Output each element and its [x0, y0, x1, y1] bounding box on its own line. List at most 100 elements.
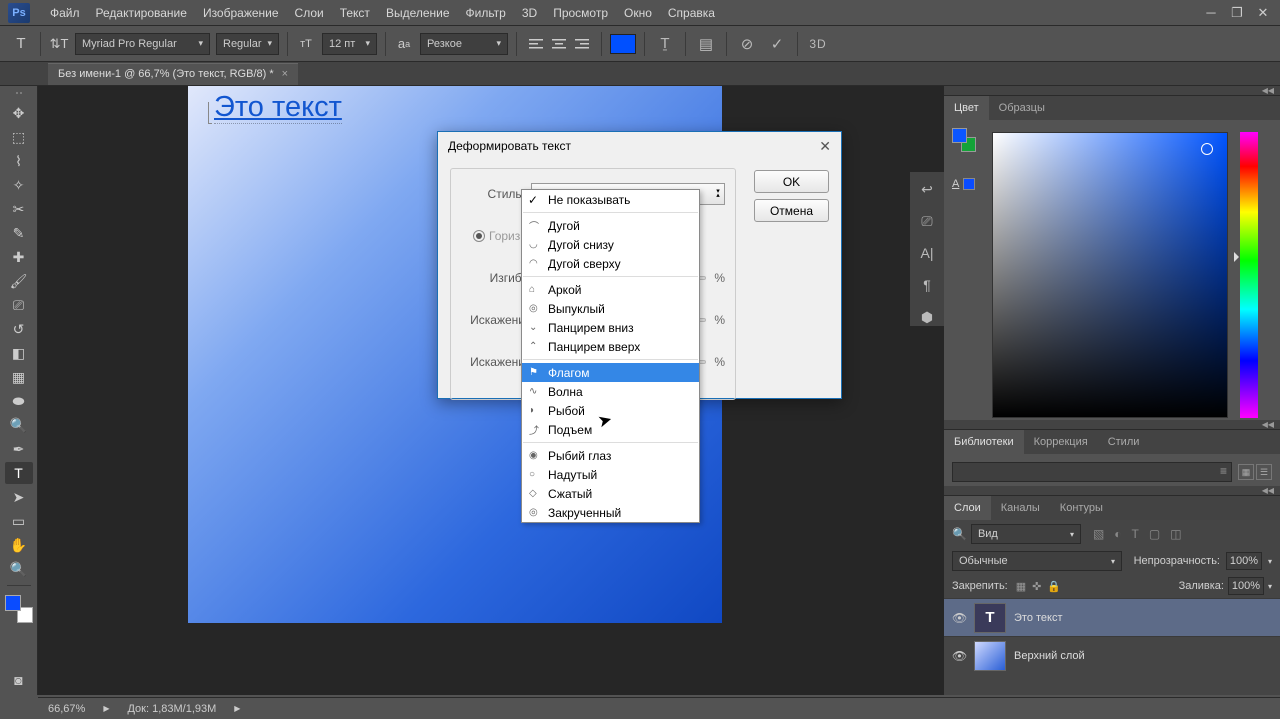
warp-style-option[interactable]: ◎Выпуклый: [522, 299, 699, 318]
menu-text[interactable]: Текст: [332, 6, 378, 20]
move-tool-icon[interactable]: ✥: [5, 102, 33, 124]
warp-style-option[interactable]: ⚑Флагом: [522, 363, 699, 382]
view-grid-icon[interactable]: ▦: [1238, 464, 1254, 480]
crop-tool-icon[interactable]: ✂: [5, 198, 33, 220]
filter-smart-icon[interactable]: ◫: [1170, 527, 1181, 541]
window-minimize-icon[interactable]: ─: [1202, 6, 1220, 20]
zoom-level[interactable]: 66,67%: [48, 703, 85, 715]
visibility-toggle-icon[interactable]: 👁: [952, 611, 966, 625]
font-weight-dropdown[interactable]: Regular: [216, 33, 279, 55]
lock-position-icon[interactable]: ✜: [1032, 580, 1041, 593]
warp-style-option[interactable]: ◠Дугой сверху: [522, 254, 699, 273]
lock-pixels-icon[interactable]: ▦: [1016, 580, 1026, 593]
history-panel-icon[interactable]: ↩: [917, 180, 937, 198]
brush-tool-icon[interactable]: 🖌: [5, 270, 33, 292]
filter-adjust-icon[interactable]: ◐: [1114, 527, 1121, 541]
library-dropdown[interactable]: [952, 462, 1232, 482]
menu-select[interactable]: Выделение: [378, 6, 458, 20]
warp-style-option[interactable]: ○Надутый: [522, 465, 699, 484]
collapse-handle[interactable]: ◀◀: [944, 86, 1280, 96]
hand-tool-icon[interactable]: ✋: [5, 534, 33, 556]
menu-view[interactable]: Просмотр: [545, 6, 616, 20]
warp-style-option[interactable]: ◇Сжатый: [522, 484, 699, 503]
tab-color[interactable]: Цвет: [944, 96, 989, 120]
paragraph-icon[interactable]: ¶: [917, 276, 937, 294]
path-select-tool-icon[interactable]: ➤: [5, 486, 33, 508]
rectangle-tool-icon[interactable]: ▭: [5, 510, 33, 532]
warp-style-option[interactable]: ∿Волна: [522, 382, 699, 401]
color-swatches[interactable]: [5, 595, 33, 623]
tab-swatches[interactable]: Образцы: [989, 96, 1055, 120]
font-family-dropdown[interactable]: Myriad Pro Regular: [75, 33, 210, 55]
zoom-tool-icon[interactable]: 🔍: [5, 558, 33, 580]
align-right-button[interactable]: [571, 33, 593, 55]
align-center-button[interactable]: [548, 33, 570, 55]
warp-style-option[interactable]: ⤴Подъем: [522, 420, 699, 439]
filter-type-icon[interactable]: T: [1132, 527, 1139, 541]
close-tab-icon[interactable]: ×: [282, 68, 288, 80]
eraser-tool-icon[interactable]: ◧: [5, 342, 33, 364]
menu-3d[interactable]: 3D: [514, 6, 545, 20]
tab-channels[interactable]: Каналы: [991, 496, 1050, 520]
healing-tool-icon[interactable]: ✚: [5, 246, 33, 268]
layer-name[interactable]: Верхний слой: [1014, 650, 1085, 662]
ok-button[interactable]: OK: [754, 170, 829, 193]
warp-text-button[interactable]: Ṯ: [653, 32, 677, 56]
text-layer-content[interactable]: Это текст: [214, 91, 342, 124]
commit-icon[interactable]: ✓: [765, 32, 789, 56]
warp-style-option[interactable]: ✓Не показывать: [522, 190, 699, 209]
orientation-label[interactable]: Гориз: [489, 229, 520, 243]
lock-all-icon[interactable]: 🔒: [1047, 580, 1061, 593]
font-size-dropdown[interactable]: 12 пт: [322, 33, 377, 55]
collapse-handle-3[interactable]: ◀◀: [944, 486, 1280, 496]
eyedropper-tool-icon[interactable]: ✎: [5, 222, 33, 244]
pen-tool-icon[interactable]: ✒: [5, 438, 33, 460]
text-3d-button[interactable]: 3D: [806, 32, 830, 56]
panel-color-swatches[interactable]: [952, 128, 976, 152]
character-icon[interactable]: A|: [917, 244, 937, 262]
blur-tool-icon[interactable]: ⬬: [5, 390, 33, 412]
warp-style-option[interactable]: ◉Рыбий глаз: [522, 446, 699, 465]
menu-help[interactable]: Справка: [660, 6, 723, 20]
align-left-button[interactable]: [525, 33, 547, 55]
tab-layers[interactable]: Слои: [944, 496, 991, 520]
text-orientation-toggle-icon[interactable]: ⇅T: [49, 34, 69, 54]
menu-image[interactable]: Изображение: [195, 6, 287, 20]
warp-style-option[interactable]: ⌄Панцирем вниз: [522, 318, 699, 337]
wand-tool-icon[interactable]: ✧: [5, 174, 33, 196]
menu-file[interactable]: Файл: [42, 6, 88, 20]
lasso-tool-icon[interactable]: ⌇: [5, 150, 33, 172]
character-panel-button[interactable]: ▤: [694, 32, 718, 56]
menu-layers[interactable]: Слои: [287, 6, 332, 20]
antialias-dropdown[interactable]: Резкое: [420, 33, 508, 55]
quickmask-icon[interactable]: ◙: [5, 669, 33, 691]
hue-slider[interactable]: [1240, 132, 1258, 418]
warp-style-option[interactable]: ◎Закрученный: [522, 503, 699, 522]
warp-style-option[interactable]: ⌒Дугой: [522, 216, 699, 235]
opacity-input[interactable]: 100%: [1226, 552, 1262, 570]
tab-libraries[interactable]: Библиотеки: [944, 430, 1024, 454]
layer-name[interactable]: Это текст: [1014, 612, 1063, 624]
fill-input[interactable]: 100%: [1228, 577, 1264, 595]
blend-mode-dropdown[interactable]: Обычные: [952, 551, 1122, 571]
layer-row-image[interactable]: 👁 Верхний слой: [944, 636, 1280, 674]
menu-edit[interactable]: Редактирование: [88, 6, 195, 20]
tab-styles[interactable]: Стили: [1098, 430, 1150, 454]
warp-style-option[interactable]: ⌂Аркой: [522, 280, 699, 299]
color-picker[interactable]: [992, 132, 1232, 422]
visibility-toggle-icon[interactable]: 👁: [952, 649, 966, 663]
dodge-tool-icon[interactable]: 🔍: [5, 414, 33, 436]
warp-style-option[interactable]: ⌃Панцирем вверх: [522, 337, 699, 356]
warp-style-option[interactable]: ◡Дугой снизу: [522, 235, 699, 254]
tab-paths[interactable]: Контуры: [1050, 496, 1113, 520]
view-list-icon[interactable]: ☰: [1256, 464, 1272, 480]
dialog-close-icon[interactable]: ✕: [819, 138, 831, 155]
filter-search-icon[interactable]: 🔍: [952, 527, 967, 541]
marquee-tool-icon[interactable]: ⬚: [5, 126, 33, 148]
gradient-tool-icon[interactable]: ▦: [5, 366, 33, 388]
text-color-swatch[interactable]: [610, 34, 636, 54]
properties-icon[interactable]: ⎚: [917, 212, 937, 230]
menu-window[interactable]: Окно: [616, 6, 660, 20]
filter-shape-icon[interactable]: ▢: [1149, 527, 1160, 541]
text-tool-icon[interactable]: T: [5, 462, 33, 484]
